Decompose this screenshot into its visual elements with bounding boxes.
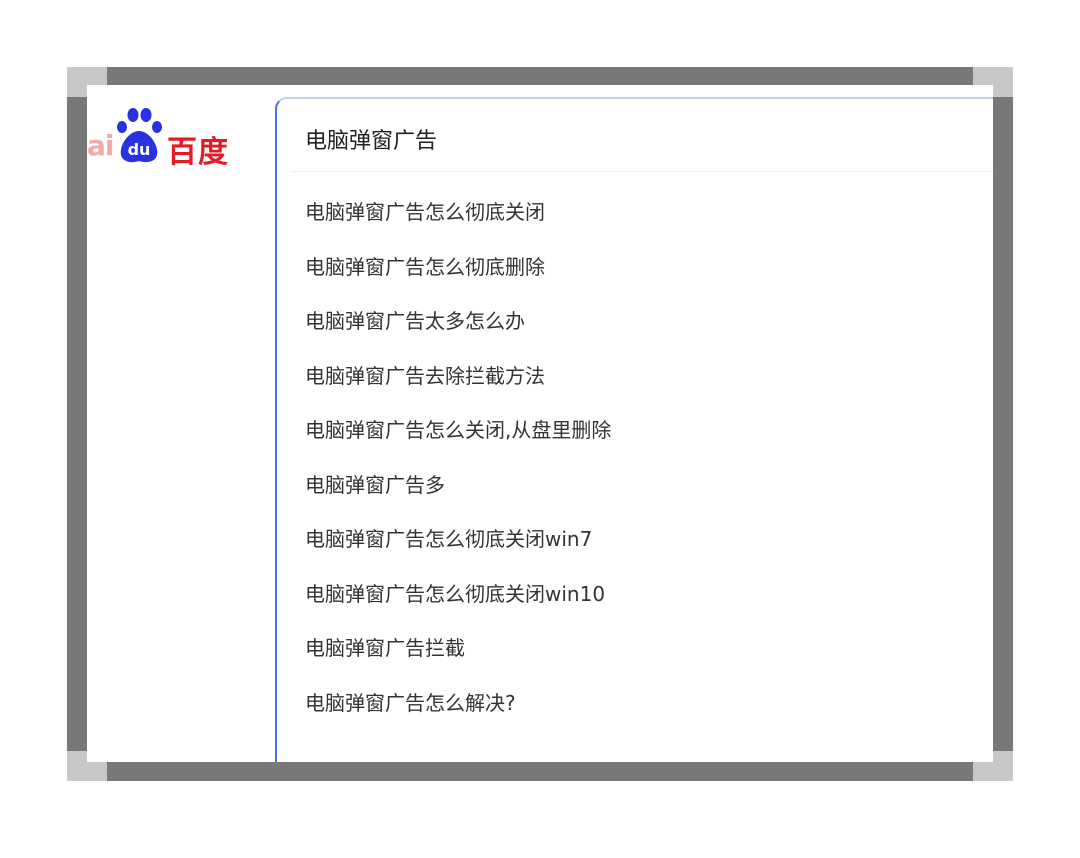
suggestion-list: 电脑弹窗广告怎么彻底关闭 电脑弹窗广告怎么彻底删除 电脑弹窗广告太多怎么办 电脑… [305, 199, 611, 744]
search-box[interactable]: 电脑弹窗广告 电脑弹窗广告怎么彻底关闭 电脑弹窗广告怎么彻底删除 电脑弹窗广告太… [275, 97, 993, 762]
search-input[interactable]: 电脑弹窗广告 [305, 123, 437, 155]
suggestion-item[interactable]: 电脑弹窗广告拦截 [305, 635, 611, 662]
suggestion-item[interactable]: 电脑弹窗广告怎么彻底关闭win10 [305, 581, 611, 608]
divider [291, 171, 993, 172]
paw-icon: du [117, 108, 162, 163]
suggestion-item[interactable]: 电脑弹窗广告怎么关闭,从盘里删除 [305, 417, 611, 444]
suggestion-item[interactable]: 电脑弹窗广告怎么彻底关闭 [305, 199, 611, 226]
page-content: ai du 百度 电脑弹窗广告 电脑弹窗广告怎么彻底关闭 电脑弹窗广告怎么彻底删… [87, 85, 993, 762]
baidu-logo[interactable]: ai du 百度 [87, 103, 257, 170]
logo-text: 百度 [167, 135, 229, 170]
suggestion-item[interactable]: 电脑弹窗广告怎么彻底关闭win7 [305, 526, 611, 553]
suggestion-item[interactable]: 电脑弹窗广告多 [305, 472, 611, 499]
suggestion-item[interactable]: 电脑弹窗广告怎么彻底删除 [305, 254, 611, 281]
logo-prefix: ai [87, 129, 114, 162]
paw-text: du [128, 140, 151, 159]
suggestion-item[interactable]: 电脑弹窗广告太多怎么办 [305, 308, 611, 335]
suggestion-item[interactable]: 电脑弹窗广告去除拦截方法 [305, 363, 611, 390]
suggestion-item[interactable]: 电脑弹窗广告怎么解决? [305, 690, 611, 717]
